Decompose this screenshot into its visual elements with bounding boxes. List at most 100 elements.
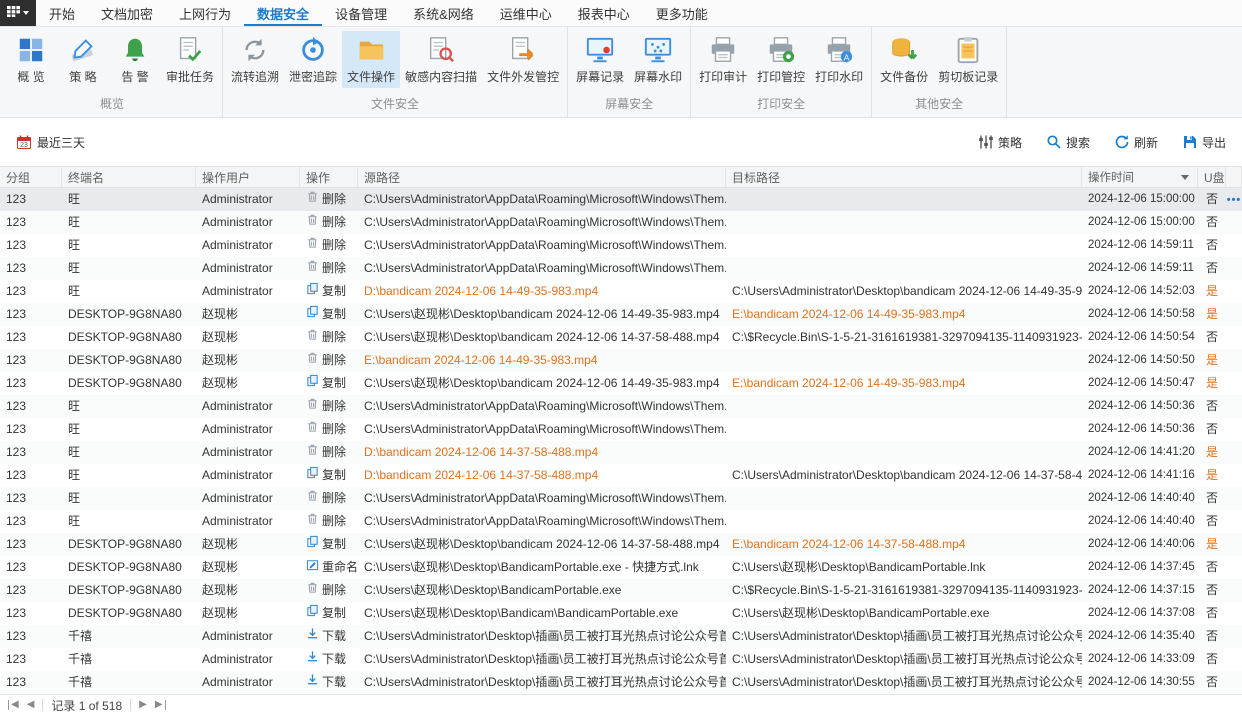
cell-target-path (726, 487, 1082, 510)
date-range-button[interactable]: 23 最近三天 (16, 134, 85, 151)
table-row[interactable]: 123DESKTOP-9G8NA80赵现彬删除E:\bandicam 2024-… (0, 349, 1242, 372)
cell-operation-time: 2024-12-06 14:41:16 (1082, 464, 1198, 487)
cell-terminal: 旺 (62, 464, 196, 487)
table-row[interactable]: 123旺Administrator删除D:\bandicam 2024-12-0… (0, 441, 1242, 464)
cell-source-path: C:\Users\赵现彬\Desktop\bandicam 2024-12-06… (358, 326, 726, 349)
delete-icon (306, 257, 319, 280)
cell-operation: 删除 (300, 257, 358, 280)
table-row[interactable]: 123DESKTOP-9G8NA80赵现彬复制C:\Users\赵现彬\Desk… (0, 602, 1242, 625)
ribbon-item[interactable]: 敏感内容扫描 (400, 31, 482, 88)
cell-usb: 是 (1198, 441, 1226, 464)
calendar-icon: 23 (16, 134, 32, 150)
operation-label: 删除 (322, 326, 346, 349)
cell-usb: 否 (1198, 257, 1226, 280)
download-icon (306, 671, 319, 694)
menu-tab[interactable]: 数据安全 (244, 0, 322, 26)
cell-source-path: C:\Users\Administrator\AppData\Roaming\M… (358, 418, 726, 441)
ribbon-item[interactable]: 打印审计 (694, 31, 752, 88)
cell-target-path (726, 510, 1082, 533)
table-row[interactable]: 123旺Administrator删除C:\Users\Administrato… (0, 418, 1242, 441)
column-header[interactable]: 操作 (300, 167, 358, 187)
menu-tab[interactable]: 设备管理 (322, 0, 400, 26)
table-row[interactable]: 123旺Administrator删除C:\Users\Administrato… (0, 510, 1242, 533)
table-row[interactable]: 123旺Administrator复制D:\bandicam 2024-12-0… (0, 280, 1242, 303)
ribbon-item[interactable]: 文件操作 (342, 31, 400, 88)
cell-terminal: 旺 (62, 234, 196, 257)
ribbon-item[interactable]: 告 警 (109, 31, 161, 88)
table-row[interactable]: 123旺Administrator复制D:\bandicam 2024-12-0… (0, 464, 1242, 487)
column-header[interactable]: U盘 (1198, 167, 1226, 187)
column-header[interactable]: 操作用户 (196, 167, 300, 187)
menu-tab[interactable]: 报表中心 (565, 0, 643, 26)
table-row[interactable]: 123旺Administrator删除C:\Users\Administrato… (0, 234, 1242, 257)
ribbon-item-label: 敏感内容扫描 (405, 68, 477, 85)
cell-group: 123 (0, 625, 62, 648)
ribbon-item[interactable]: 文件备份 (875, 31, 933, 88)
menu-tab[interactable]: 运维中心 (487, 0, 565, 26)
table-row[interactable]: 123旺Administrator删除C:\Users\Administrato… (0, 211, 1242, 234)
delete-icon (306, 418, 319, 441)
table-row[interactable]: 123DESKTOP-9G8NA80赵现彬重命名C:\Users\赵现彬\Des… (0, 556, 1242, 579)
menu-tab[interactable]: 开始 (36, 0, 88, 26)
toolbar-policy-filter-button[interactable]: 策略 (978, 134, 1022, 151)
menu-tab[interactable]: 文档加密 (88, 0, 166, 26)
operation-label: 复制 (322, 372, 346, 395)
column-header[interactable]: 终端名 (62, 167, 196, 187)
column-header[interactable]: 目标路径 (726, 167, 1082, 187)
toolbar-search-button[interactable]: 搜索 (1046, 134, 1090, 151)
ribbon-item[interactable]: 泄密追踪 (284, 31, 342, 88)
ribbon-item[interactable]: 屏幕记录 (571, 31, 629, 88)
row-menu-button[interactable]: ••• (1227, 194, 1242, 206)
table-row[interactable]: 123千禧Administrator下载C:\Users\Administrat… (0, 648, 1242, 671)
menu-tab[interactable]: 上网行为 (166, 0, 244, 26)
cell-terminal: DESKTOP-9G8NA80 (62, 303, 196, 326)
column-header[interactable]: 操作时间 (1082, 167, 1198, 187)
ribbon-item[interactable]: 概 览 (5, 31, 57, 88)
ribbon-item-label: 泄密追踪 (289, 68, 337, 85)
table-row[interactable]: 123DESKTOP-9G8NA80赵现彬复制C:\Users\赵现彬\Desk… (0, 533, 1242, 556)
ribbon-item[interactable]: 流转追溯 (226, 31, 284, 88)
table-row[interactable]: 123旺Administrator删除C:\Users\Administrato… (0, 395, 1242, 418)
ribbon-item[interactable]: 打印管控 (752, 31, 810, 88)
table-row[interactable]: 123DESKTOP-9G8NA80赵现彬复制C:\Users\赵现彬\Desk… (0, 372, 1242, 395)
ribbon-item-label: 剪切板记录 (938, 68, 998, 85)
first-page-button[interactable]: ◀ (8, 700, 19, 710)
cell-user: Administrator (196, 418, 300, 441)
table-row[interactable]: 123DESKTOP-9G8NA80赵现彬复制C:\Users\赵现彬\Desk… (0, 303, 1242, 326)
ribbon-item[interactable]: 剪切板记录 (933, 31, 1003, 88)
table-row[interactable]: 123DESKTOP-9G8NA80赵现彬删除C:\Users\赵现彬\Desk… (0, 579, 1242, 602)
next-page-button[interactable]: ▶ (139, 700, 147, 710)
table-row[interactable]: 123DESKTOP-9G8NA80赵现彬删除C:\Users\赵现彬\Desk… (0, 326, 1242, 349)
toolbar-export-button[interactable]: 导出 (1182, 134, 1226, 151)
cell-user: Administrator (196, 395, 300, 418)
table-row[interactable]: 123旺Administrator删除C:\Users\Administrato… (0, 188, 1242, 211)
ribbon-item[interactable]: 审批任务 (161, 31, 219, 88)
prev-page-button[interactable]: ◀ (27, 700, 35, 710)
cell-actions (1226, 648, 1242, 671)
menu-tab[interactable]: 更多功能 (643, 0, 721, 26)
last-page-button[interactable]: ▶ (155, 700, 166, 710)
cell-group: 123 (0, 533, 62, 556)
cell-user: 赵现彬 (196, 579, 300, 602)
cell-usb: 是 (1198, 533, 1226, 556)
column-header[interactable]: 源路径 (358, 167, 726, 187)
menu-tab[interactable]: 系统&网络 (400, 0, 487, 26)
copy-icon (306, 464, 319, 487)
ribbon-item[interactable]: 策 略 (57, 31, 109, 88)
toolbar-refresh-button[interactable]: 刷新 (1114, 134, 1158, 151)
cell-usb: 是 (1198, 464, 1226, 487)
ribbon-item[interactable]: A打印水印 (810, 31, 868, 88)
cell-operation-time: 2024-12-06 14:37:08 (1082, 602, 1198, 625)
cell-usb: 是 (1198, 349, 1226, 372)
column-header[interactable]: 分组 (0, 167, 62, 187)
app-menu-button[interactable] (0, 0, 36, 26)
ribbon-item[interactable]: 屏幕水印 (629, 31, 687, 88)
table-row[interactable]: 123千禧Administrator下载C:\Users\Administrat… (0, 671, 1242, 694)
cell-source-path: C:\Users\赵现彬\Desktop\bandicam 2024-12-06… (358, 372, 726, 395)
cell-operation: 复制 (300, 280, 358, 303)
ribbon-item[interactable]: 文件外发管控 (482, 31, 564, 88)
table-row[interactable]: 123旺Administrator删除C:\Users\Administrato… (0, 257, 1242, 280)
table-row[interactable]: 123旺Administrator删除C:\Users\Administrato… (0, 487, 1242, 510)
table-row[interactable]: 123千禧Administrator下载C:\Users\Administrat… (0, 625, 1242, 648)
cell-terminal: DESKTOP-9G8NA80 (62, 349, 196, 372)
